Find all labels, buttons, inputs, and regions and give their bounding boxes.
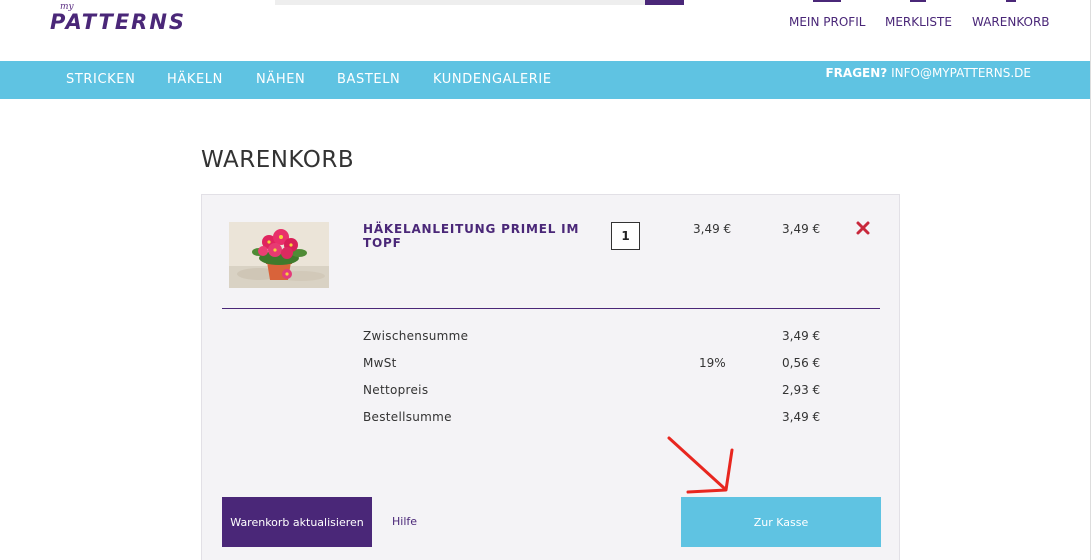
vat-value: 0,56 € [782,356,821,370]
product-image[interactable] [229,222,329,288]
order-total-value: 3,49 € [782,410,821,424]
cart-divider [222,308,880,309]
annotation-arrow-icon [667,436,734,494]
contact-email-link[interactable]: INFO@MYPATTERNS.DE [891,66,1031,80]
nav-item-stricken[interactable]: STRICKEN [66,72,135,87]
checkout-button[interactable]: Zur Kasse [681,497,881,547]
order-total-label: Bestellsumme [363,410,452,424]
remove-item-button[interactable] [855,220,871,236]
nav-item-basteln[interactable]: BASTELN [337,72,400,87]
unit-price: 3,49 € [693,222,732,236]
vat-label: MwSt [363,356,397,370]
merkliste-link[interactable]: MERKLISTE [885,0,952,29]
update-cart-button[interactable]: Warenkorb aktualisieren [222,497,372,547]
heart-icon [910,0,927,2]
subtotal-value: 3,49 € [782,329,821,343]
net-price-label: Nettopreis [363,383,429,397]
close-icon [856,221,870,235]
warenkorb-link[interactable]: WARENKORB [972,0,1050,29]
profile-icon [813,0,842,2]
net-price-value: 2,93 € [782,383,821,397]
nav-item-naehen[interactable]: NÄHEN [256,72,305,87]
quantity-input[interactable] [611,222,640,250]
warenkorb-label: WARENKORB [972,15,1050,29]
main-nav: STRICKEN HÄKELN NÄHEN BASTELN KUNDENGALE… [0,61,1091,99]
nav-item-kundengalerie[interactable]: KUNDENGALERIE [433,72,552,87]
site-header: my PATTERNS MEIN PROFIL MERKLISTE WARENK… [0,0,1091,61]
cart-icon [1005,0,1016,2]
primrose-pot-image [229,222,329,288]
mein-profil-link[interactable]: MEIN PROFIL [789,0,866,29]
search-input[interactable] [275,0,645,5]
product-name[interactable]: HÄKELANLEITUNG PRIMEL IM TOPF [363,222,583,250]
subtotal-label: Zwischensumme [363,329,469,343]
nav-item-haekeln[interactable]: HÄKELN [167,72,223,87]
search-button[interactable] [645,0,684,5]
page-title: WARENKORB [201,147,355,173]
line-total-price: 3,49 € [782,222,821,236]
nav-contact: FRAGEN? INFO@MYPATTERNS.DE [825,66,1031,80]
contact-question-label: FRAGEN? [825,66,888,80]
merkliste-label: MERKLISTE [885,15,952,29]
vat-rate: 19% [699,356,726,370]
mein-profil-label: MEIN PROFIL [789,15,866,29]
logo-name-text: PATTERNS [50,10,187,34]
help-link[interactable]: Hilfe [392,515,417,528]
